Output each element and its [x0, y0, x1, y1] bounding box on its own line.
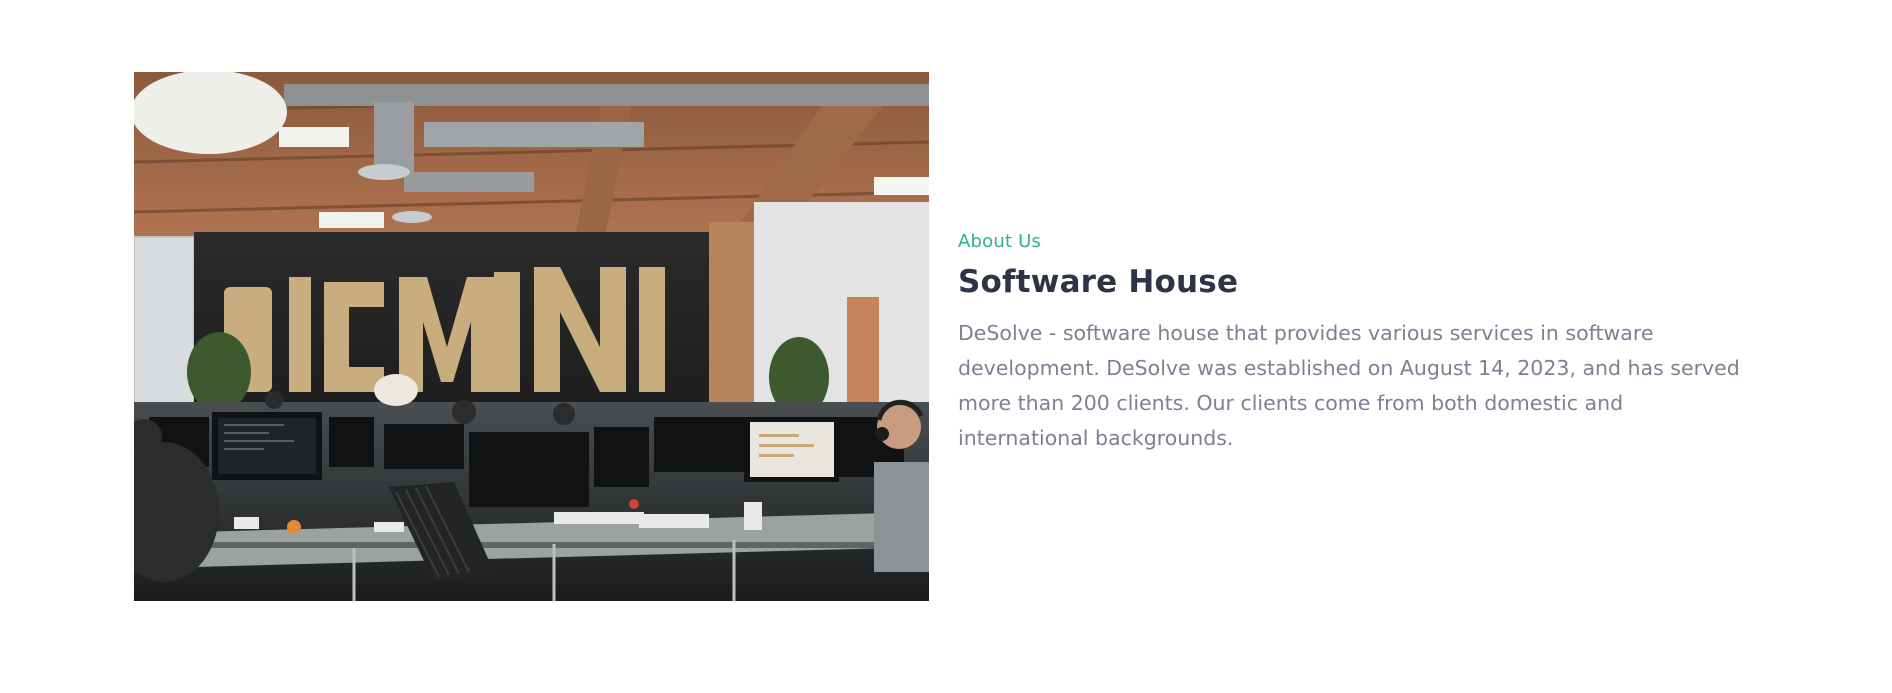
office-photo: [134, 72, 929, 601]
about-section: About Us Software House DeSolve - softwa…: [0, 0, 1892, 693]
section-description: DeSolve - software house that provides v…: [958, 321, 1740, 450]
about-text: About Us Software House DeSolve - softwa…: [958, 226, 1758, 456]
section-eyebrow: About Us: [958, 231, 1042, 252]
section-title: Software House: [958, 264, 1239, 300]
